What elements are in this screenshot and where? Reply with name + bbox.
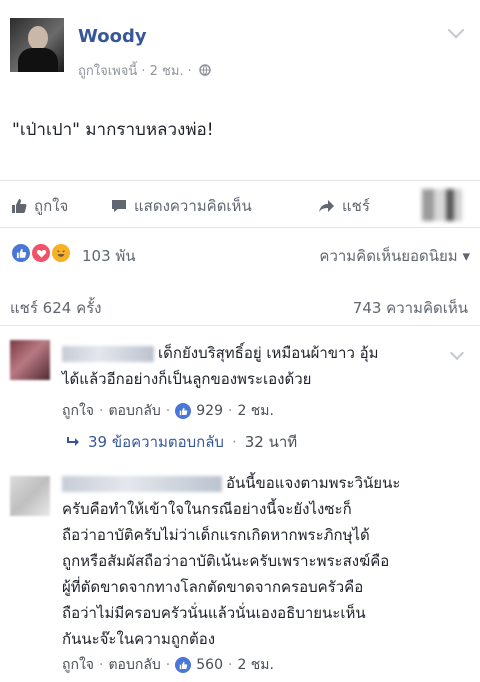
comment-reply-link[interactable]: ตอบกลับ	[108, 654, 160, 676]
comment-icon	[112, 200, 126, 212]
comment-reply-link[interactable]: ตอบกลับ	[108, 400, 160, 422]
comment-body: อันนี้ขอแจงตามพระวินัยนะ ครับคือทำให้เข้…	[62, 470, 452, 652]
separator-dot: ·	[99, 403, 104, 419]
separator-dot: ·	[99, 657, 104, 673]
author-avatar[interactable]	[10, 18, 64, 72]
thumbs-up-icon	[12, 199, 27, 213]
viewer-avatar-blurred[interactable]	[422, 189, 462, 221]
post-stats: แชร์ 624 ครั้ง 743 ความคิดเห็น	[0, 290, 480, 326]
like-reaction-icon	[10, 242, 32, 264]
comment-line: กันนะจ๊ะในความถูกต้อง	[62, 630, 216, 648]
comment-count[interactable]: 743 ความคิดเห็น	[353, 296, 468, 320]
comment-line: ถูกหรือสัมผัสถือว่าอาบัติเน้นะครับเพราะพ…	[62, 552, 390, 570]
post-meta: ถูกใจเพจนี้ · 2 ชม. ·	[78, 60, 211, 81]
share-label: แชร์	[342, 197, 370, 215]
comment-like-link[interactable]: ถูกใจ	[62, 654, 94, 676]
separator-dot: ·	[231, 433, 237, 451]
comment-line: อันนี้ขอแจงตามพระวินัยนะ	[226, 474, 401, 492]
like-badge-icon	[175, 403, 192, 419]
like-badge-icon	[175, 657, 192, 673]
separator-dot: ·	[165, 403, 171, 419]
comment-line: ถือว่าไม่มีครอบครัวนั่นแล้วนั่นเองอธิบาย…	[62, 604, 366, 622]
comment-actions: ถูกใจ · ตอบกลับ · 560 · 2 ชม.	[62, 654, 274, 676]
comment-like-count[interactable]: 929	[196, 403, 223, 419]
like-label: ถูกใจ	[34, 197, 69, 215]
globe-icon	[199, 64, 211, 76]
reaction-count[interactable]: 103 พัน	[82, 244, 136, 268]
comment-line: ถือว่าอาบัติครับไม่ว่าเด็กแรกเกิดหากพระภ…	[62, 526, 370, 544]
commenter-name-blurred[interactable]	[62, 475, 222, 492]
comment-body: เด็กยังบริสุทธิ์อยู่ เหมือนผ้าขาว อุ้ม ไ…	[62, 340, 452, 392]
share-button[interactable]: แชร์	[318, 194, 370, 218]
post-action-bar: ถูกใจ แสดงความคิดเห็น แชร์	[0, 180, 480, 228]
comment-button[interactable]: แสดงความคิดเห็น	[110, 194, 252, 218]
comment-time: 2 ชม.	[237, 403, 274, 419]
like-button[interactable]: ถูกใจ	[10, 194, 68, 218]
comment-options-chevron-icon[interactable]	[449, 345, 465, 361]
separator-dot: ·	[227, 403, 233, 419]
comment-line: ผู้ที่ตัดขาดจากทางโลกตัดขาดจากครอบครัวคื…	[62, 578, 364, 596]
haha-reaction-icon	[50, 242, 72, 264]
top-comments-dropdown[interactable]: ความคิดเห็นยอดนิยม ▾	[319, 244, 470, 268]
comment-actions: ถูกใจ · ตอบกลับ · 929 · 2 ชม.	[62, 400, 274, 422]
post-text: "เป่าเปา" มากราบหลวงพ่อ!	[12, 120, 214, 140]
love-reaction-icon	[30, 242, 52, 264]
comment-label: แสดงความคิดเห็น	[134, 197, 252, 215]
commenter-avatar-blurred[interactable]	[10, 476, 50, 516]
reactions-summary: 103 พัน ความคิดเห็นยอดนิยม ▾	[0, 236, 480, 272]
share-count[interactable]: แชร์ 624 ครั้ง	[10, 296, 102, 320]
commenter-avatar-blurred[interactable]	[10, 340, 50, 380]
replies-count[interactable]: 39 ข้อความตอบกลับ	[88, 430, 224, 454]
post-header: Woody ถูกใจเพจนี้ · 2 ชม. ·	[0, 0, 480, 90]
comment-line: เด็กยังบริสุทธิ์อยู่ เหมือนผ้าขาว อุ้ม	[158, 344, 379, 362]
comment-like-link[interactable]: ถูกใจ	[62, 400, 94, 422]
post-meta-text: ถูกใจเพจนี้ · 2 ชม. ·	[78, 64, 192, 79]
comment-time: 2 ชม.	[237, 657, 274, 673]
view-replies-link[interactable]: 39 ข้อความตอบกลับ · 32 นาที	[66, 430, 297, 454]
post-options-chevron-icon[interactable]	[447, 21, 465, 39]
separator-dot: ·	[227, 657, 233, 673]
replies-time: 32 นาที	[244, 433, 298, 451]
commenter-name-blurred[interactable]	[62, 345, 154, 362]
comment-line: ได้แล้วอีกอย่างก็เป็นลูกของพระเองด้วย	[62, 370, 312, 388]
comment-like-count[interactable]: 560	[196, 657, 223, 673]
share-arrow-icon	[319, 200, 334, 212]
reaction-icons[interactable]	[10, 242, 76, 264]
separator-dot: ·	[165, 657, 171, 673]
comment-line: ครับคือทำให้เข้าใจในกรณีอย่างนี้จะยังไงซ…	[62, 500, 352, 518]
author-name[interactable]: Woody	[78, 26, 147, 47]
reply-arrow-icon	[67, 437, 79, 446]
